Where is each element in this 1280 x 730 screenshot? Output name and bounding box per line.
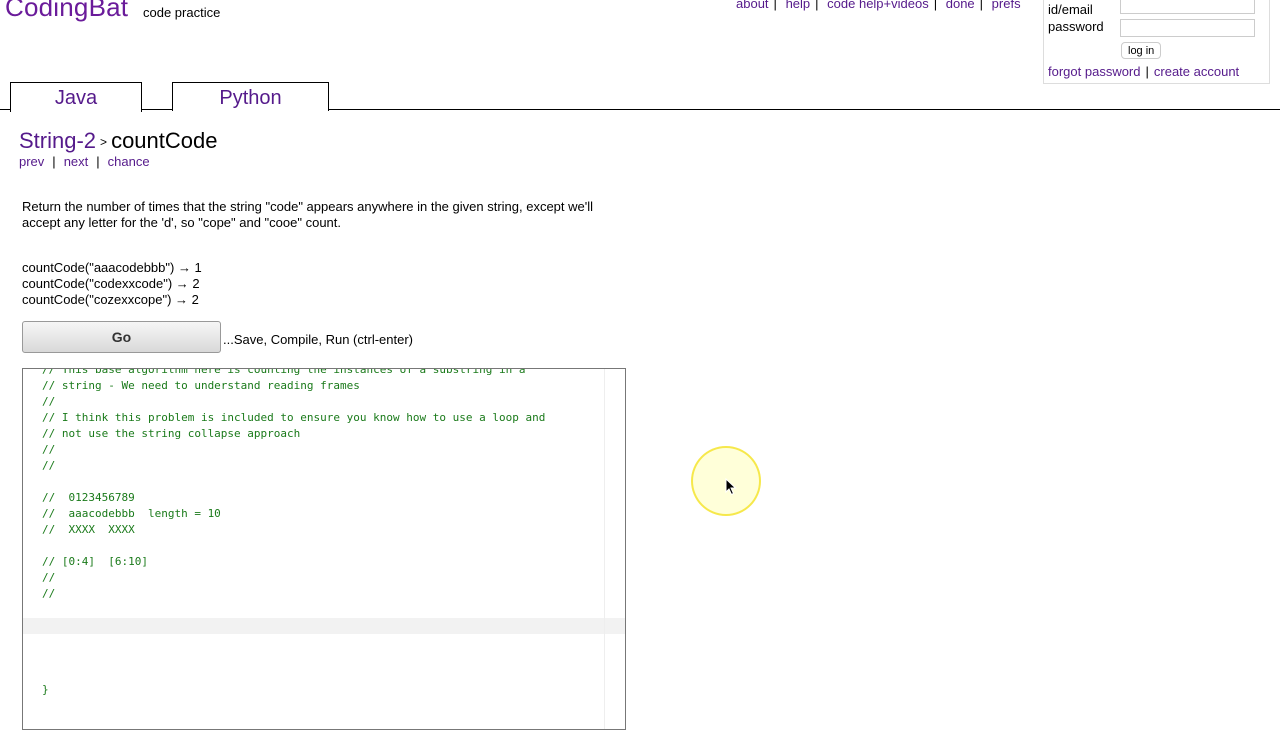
example-item: countCode("codexxcode") → 2 <box>22 276 200 291</box>
go-button[interactable]: Go <box>22 321 221 353</box>
nav-done-link[interactable]: done <box>946 0 975 11</box>
subnav-separator: | <box>96 154 100 169</box>
mouse-pointer-icon <box>725 478 737 496</box>
example-item: countCode("aaacodebbb") → 1 <box>22 260 202 275</box>
password-label: password <box>1048 19 1104 34</box>
go-hint: ...Save, Compile, Run (ctrl-enter) <box>223 332 414 347</box>
page-title: countCode <box>111 128 218 153</box>
id-email-label: id/email <box>1048 2 1093 17</box>
top-nav: about | help | code help+videos | done | pre… <box>736 0 1021 11</box>
nav-prefs-link[interactable]: prefs <box>992 0 1021 11</box>
breadcrumb-arrow: > <box>100 135 108 150</box>
prev-link[interactable]: prev <box>19 154 44 169</box>
nav-about-link[interactable]: about <box>736 0 769 11</box>
code-editor[interactable]: // This base algorithm here is counting … <box>22 368 626 730</box>
forgot-password-link[interactable]: forgot password <box>1048 64 1141 79</box>
login-button[interactable]: log in <box>1121 42 1162 59</box>
code-text[interactable]: // This base algorithm here is counting … <box>42 369 545 698</box>
subnav-separator: | <box>52 154 56 169</box>
create-account-link[interactable]: create account <box>1154 64 1239 79</box>
examples-list: countCode("aaacodebbb") → 1 countCode("c… <box>22 260 202 308</box>
nav-separator: | <box>815 0 819 11</box>
tagline: code practice <box>143 5 221 20</box>
problem-nav: prev | next | chance <box>19 154 150 169</box>
login-links: forgot password | create account <box>1048 64 1239 79</box>
nav-separator: | <box>933 0 938 11</box>
nav-separator: | <box>773 0 777 11</box>
tab-java[interactable]: Java <box>10 82 142 112</box>
next-link[interactable]: next <box>64 154 89 169</box>
print-margin <box>604 369 605 729</box>
tab-python[interactable]: Python <box>172 82 329 111</box>
nav-separator: | <box>979 0 984 11</box>
brand-logo[interactable]: CodingBat <box>5 0 128 23</box>
password-input[interactable] <box>1120 19 1255 37</box>
problem-description: Return the number of times that the stri… <box>22 199 594 230</box>
id-email-input[interactable] <box>1120 0 1255 14</box>
breadcrumb: String-2 > countCode <box>19 128 217 154</box>
nav-code-help-videos-link[interactable]: code help+videos <box>827 0 929 11</box>
breadcrumb-section-link[interactable]: String-2 <box>19 128 96 153</box>
login-box: id/email password log in forgot password… <box>1043 0 1270 84</box>
login-link-separator: | <box>1145 64 1149 79</box>
example-item: countCode("cozexxcope") → 2 <box>22 292 199 307</box>
chance-link[interactable]: chance <box>108 154 150 169</box>
nav-help-link[interactable]: help <box>786 0 811 11</box>
